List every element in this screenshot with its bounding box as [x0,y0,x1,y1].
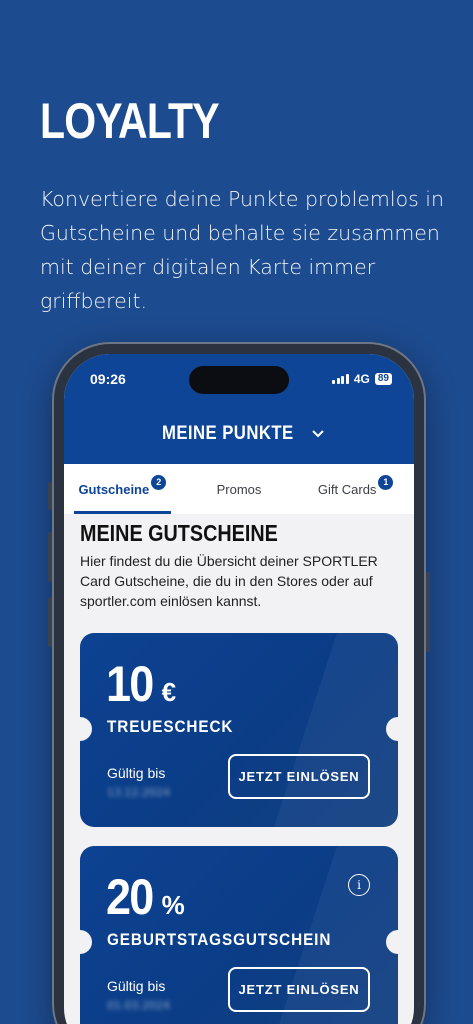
tab-bar: Gutscheine 2 Promos Gift Cards 1 [64,464,414,514]
page-headline: LOYALTY [40,93,220,149]
card-notch [386,930,398,954]
status-indicators: 4G 89 [332,372,392,386]
voucher-name: GEBURTSTAGSGUTSCHEIN [107,930,332,949]
voucher-amount-value: 20 [106,869,154,925]
redeem-button[interactable]: JETZT EINLÖSEN [228,754,370,799]
chevron-down-icon[interactable] [311,429,325,439]
section-description: Hier findest du die Übersicht deiner SPO… [80,553,378,609]
app-bar[interactable]: MEINE PUNKTE [64,404,414,464]
page-subtitle: Konvertiere deine Punkte problemlos in G… [40,187,444,313]
dynamic-island [189,366,289,394]
tab-label: Gift Cards [317,481,377,497]
info-icon[interactable]: i [348,874,370,896]
voucher-amount-value: 10 [106,656,154,712]
redeem-button[interactable]: JETZT EINLÖSEN [228,967,370,1012]
valid-until-label: Gültig bis [107,978,166,994]
tab-gutscheine[interactable]: Gutscheine 2 [64,464,181,514]
vouchers-section: MEINE GUTSCHEINE Hier findest du die Übe… [64,514,414,611]
voucher-amount-unit: % [161,890,185,920]
phone-volume-down [48,597,52,647]
voucher-amount: 10 € [106,655,176,713]
network-label: 4G [353,372,370,386]
voucher-name: TREUESCHECK [107,717,234,736]
card-notch [80,930,92,954]
voucher-amount: 20 % [106,868,185,926]
tab-promos[interactable]: Promos [181,464,298,514]
tab-label: Promos [216,481,262,497]
valid-until-date: 01.03.2024 [107,999,170,1012]
phone-volume-up [48,532,52,582]
phone-screen: 09:26 4G 89 MEINE PUNKTE Gutscheine 2 Pr [64,354,414,1024]
card-notch [386,717,398,741]
status-time: 09:26 [90,371,126,387]
section-title: MEINE GUTSCHEINE [80,520,278,546]
tab-label: Gutscheine [78,481,150,497]
signal-icon [332,374,349,384]
voucher-amount-unit: € [161,677,177,707]
voucher-card[interactable]: i 20 % GEBURTSTAGSGUTSCHEIN Gültig bis 0… [80,846,398,1024]
phone-mockup: 09:26 4G 89 MEINE PUNKTE Gutscheine 2 Pr [48,342,430,1024]
voucher-card[interactable]: 10 € TREUESCHECK Gültig bis 13.12.2024 J… [80,633,398,827]
phone-action-button [48,482,52,510]
tab-badge: 1 [378,474,394,490]
battery-icon: 89 [374,373,392,385]
tab-badge: 2 [151,474,167,490]
card-notch [80,717,92,741]
valid-until-date: 13.12.2024 [107,786,170,799]
valid-until-label: Gültig bis [107,765,166,781]
app-bar-title[interactable]: MEINE PUNKTE [162,423,294,445]
tab-gift-cards[interactable]: Gift Cards 1 [297,464,414,514]
phone-power-button [426,572,430,652]
